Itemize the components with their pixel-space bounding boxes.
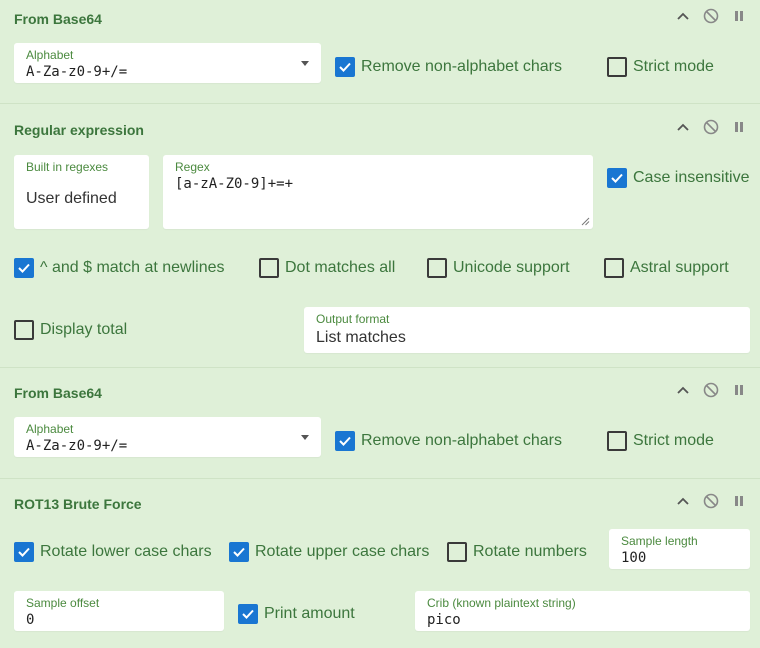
op-title: ROT13 Brute Force — [14, 496, 142, 512]
op-controls — [664, 492, 748, 510]
case-insensitive-checkbox[interactable]: Case insensitive — [607, 167, 750, 189]
alphabet-value: A-Za-z0-9+/= — [26, 64, 128, 80]
op-title: From Base64 — [14, 11, 102, 27]
pause-icon[interactable] — [730, 492, 748, 510]
remove-non-alphabet-checkbox[interactable]: Remove non-alphabet chars — [335, 56, 562, 78]
sample-offset-value: 0 — [26, 612, 35, 628]
regex-value: [a-zA-Z0-9]+=+ — [175, 176, 294, 192]
astral-support-checkbox[interactable]: Astral support — [604, 257, 729, 279]
checkbox-checked-icon — [607, 168, 627, 188]
disable-icon[interactable] — [702, 492, 720, 510]
strict-mode-checkbox[interactable]: Strict mode — [607, 430, 714, 452]
multiline-checkbox[interactable]: ^ and $ match at newlines — [14, 257, 225, 279]
checkbox-label: Print amount — [264, 605, 355, 622]
checkbox-checked-icon — [335, 57, 355, 77]
checkbox-checked-icon — [14, 542, 34, 562]
checkbox-label: Rotate lower case chars — [40, 543, 212, 560]
checkbox-unchecked-icon — [259, 258, 279, 278]
checkbox-label: Remove non-alphabet chars — [361, 432, 563, 449]
sample-length-input[interactable]: Sample length 100 — [609, 529, 750, 569]
alphabet-select[interactable]: Alphabet A-Za-z0-9+/= — [14, 43, 321, 83]
disable-icon[interactable] — [702, 7, 720, 25]
operation-rot13-brute-force: ROT13 Brute Force Rotate lower case char… — [0, 480, 760, 648]
disable-icon[interactable] — [702, 118, 720, 136]
op-title: From Base64 — [14, 385, 102, 401]
sample-offset-input[interactable]: Sample offset 0 — [14, 591, 224, 631]
output-format-value: List matches — [316, 329, 406, 346]
resize-handle-icon[interactable] — [581, 217, 590, 226]
display-total-checkbox[interactable]: Display total — [14, 319, 127, 341]
rotate-numbers-checkbox[interactable]: Rotate numbers — [447, 541, 587, 563]
checkbox-label: Remove non-alphabet chars — [361, 58, 563, 75]
operation-regular-expression: Regular expression Built in regexes User… — [0, 105, 760, 368]
sample-offset-label: Sample offset — [26, 596, 100, 610]
pause-icon[interactable] — [730, 7, 748, 25]
alphabet-label: Alphabet — [26, 48, 74, 62]
checkbox-label: Strict mode — [633, 58, 714, 75]
op-controls — [664, 7, 748, 25]
checkbox-label: Astral support — [630, 259, 729, 276]
checkbox-label: Dot matches all — [285, 259, 396, 276]
checkbox-label: Unicode support — [453, 259, 570, 276]
checkbox-unchecked-icon — [607, 431, 627, 451]
checkbox-label: Display total — [40, 321, 128, 338]
crib-label: Crib (known plaintext string) — [427, 596, 576, 610]
checkbox-unchecked-icon — [607, 57, 627, 77]
checkbox-unchecked-icon — [14, 320, 34, 340]
alphabet-value: A-Za-z0-9+/= — [26, 438, 128, 454]
output-format-select[interactable]: Output format List matches — [304, 307, 750, 353]
checkbox-checked-icon — [238, 604, 258, 624]
sample-length-value: 100 — [621, 550, 647, 566]
op-title: Regular expression — [14, 122, 144, 138]
checkbox-label: Rotate upper case chars — [255, 543, 430, 560]
rotate-lower-checkbox[interactable]: Rotate lower case chars — [14, 541, 212, 563]
checkbox-checked-icon — [14, 258, 34, 278]
alphabet-label: Alphabet — [26, 422, 74, 436]
pause-icon[interactable] — [730, 381, 748, 399]
strict-mode-checkbox[interactable]: Strict mode — [607, 56, 714, 78]
op-controls — [664, 381, 748, 399]
dot-matches-all-checkbox[interactable]: Dot matches all — [259, 257, 395, 279]
pause-icon[interactable] — [730, 118, 748, 136]
chevron-down-icon — [301, 61, 309, 66]
rotate-upper-checkbox[interactable]: Rotate upper case chars — [229, 541, 429, 563]
chevron-up-icon[interactable] — [674, 7, 692, 25]
op-controls — [664, 118, 748, 136]
regex-textarea[interactable]: Regex [a-zA-Z0-9]+=+ — [163, 155, 593, 229]
chevron-up-icon[interactable] — [674, 381, 692, 399]
disable-icon[interactable] — [702, 381, 720, 399]
checkbox-checked-icon — [229, 542, 249, 562]
crib-value: pico — [427, 612, 461, 628]
output-format-label: Output format — [316, 312, 390, 326]
operation-from-base64: From Base64 Alphabet A-Za-z0-9+/= Remove… — [0, 369, 760, 479]
sample-length-label: Sample length — [621, 534, 698, 548]
checkbox-label: ^ and $ match at newlines — [40, 259, 225, 276]
checkbox-unchecked-icon — [447, 542, 467, 562]
builtin-regexes-value: User defined — [26, 190, 117, 207]
chevron-up-icon[interactable] — [674, 118, 692, 136]
unicode-support-checkbox[interactable]: Unicode support — [427, 257, 570, 279]
operation-from-base64: From Base64 Alphabet A-Za-z0-9+/= Remove… — [0, 0, 760, 104]
checkbox-unchecked-icon — [604, 258, 624, 278]
chevron-up-icon[interactable] — [674, 492, 692, 510]
builtin-regexes-label: Built in regexes — [26, 160, 109, 174]
remove-non-alphabet-checkbox[interactable]: Remove non-alphabet chars — [335, 430, 562, 452]
checkbox-label: Rotate numbers — [473, 543, 587, 560]
checkbox-label: Case insensitive — [633, 169, 750, 186]
checkbox-unchecked-icon — [427, 258, 447, 278]
crib-input[interactable]: Crib (known plaintext string) pico — [415, 591, 750, 631]
builtin-regexes-select[interactable]: Built in regexes User defined — [14, 155, 149, 229]
chevron-down-icon — [301, 435, 309, 440]
checkbox-label: Strict mode — [633, 432, 714, 449]
checkbox-checked-icon — [335, 431, 355, 451]
print-amount-checkbox[interactable]: Print amount — [238, 603, 355, 625]
regex-label: Regex — [175, 160, 210, 174]
alphabet-select[interactable]: Alphabet A-Za-z0-9+/= — [14, 417, 321, 457]
